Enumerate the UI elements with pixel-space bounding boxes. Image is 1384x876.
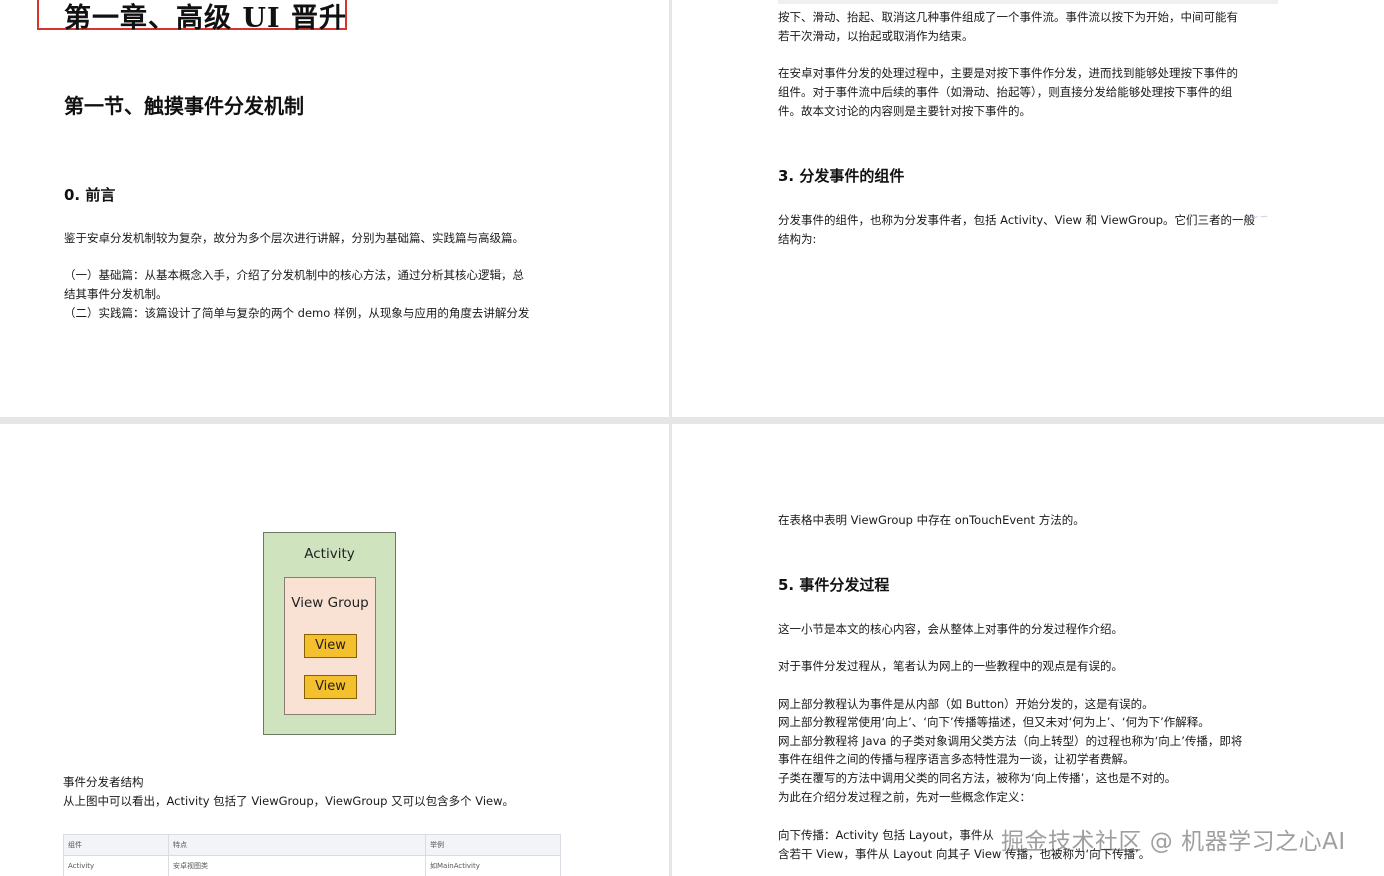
section-title: 第一节、触摸事件分发机制: [64, 94, 304, 118]
diagram-activity-label: Activity: [304, 546, 355, 562]
document-page-2: 按下、滑动、抬起、取消这几种事件组成了一个事件流。事件流以按下为开始，中间可能有…: [672, 0, 1384, 417]
heading-preface: 0. 前言: [64, 186, 116, 204]
paragraph-line-7: 向下传播：Activity 包括 Layout，事件从: [778, 828, 994, 842]
document-page-1: 第一章、高级 UI 晋升 第一节、触摸事件分发机制 0. 前言 鉴于安卓分发机制…: [0, 0, 669, 417]
paragraph-structure: 从上图中可以看出，Activity 包括了 ViewGroup，ViewGrou…: [63, 794, 515, 808]
diagram-viewgroup-label: View Group: [291, 595, 369, 611]
paragraph-line-6: 为此在介绍分发过程之前，先对一些概念作定义：: [778, 790, 1031, 804]
paragraph-components-line-2: 结构为:: [778, 232, 817, 246]
diagram-view-box-2: View: [304, 675, 357, 699]
table-cell: Activity: [63, 855, 169, 876]
document-page-3: Activity View Group View View 事件分发者结构 从上…: [0, 424, 669, 876]
scan-stamp-mark: ~∽: [487, 267, 506, 280]
paragraph-components-line-1: 分发事件的组件，也称为分发事件者，包括 Activity、View 和 View…: [778, 213, 1256, 227]
paragraph-opinion: 对于事件分发过程从，笔者认为网上的一些教程中的观点是有误的。: [778, 659, 1123, 673]
diagram-caption: 事件分发者结构: [63, 775, 144, 789]
table-row: Activity 安卓视图类 如MainActivity: [63, 855, 561, 876]
heading-dispatch-process: 5. 事件分发过程: [778, 576, 890, 594]
paragraph-flow-line-1: 按下、滑动、抬起、取消这几种事件组成了一个事件流。事件流以按下为开始，中间可能有: [778, 10, 1238, 24]
scan-stamp-mark: ~∽: [1250, 210, 1269, 223]
paragraph-practice: （二）实践篇：该篇设计了简单与复杂的两个 demo 样例，从现象与应用的角度去讲…: [64, 306, 530, 320]
table-header-cell: 举例: [425, 834, 561, 856]
table-cell: 安卓视图类: [168, 855, 426, 876]
paragraph-core: 这一小节是本文的核心内容，会从整体上对事件的分发过程作介绍。: [778, 622, 1123, 636]
table-cell: 如MainActivity: [425, 855, 561, 876]
paragraph-process-line-3: 件。故本文讨论的内容则是主要针对按下事件的。: [778, 104, 1031, 118]
paragraph-line-5: 子类在覆写的方法中调用父类的同名方法，被称为‘向上传播’，这也是不对的。: [778, 771, 1177, 785]
paragraph-line-3: 网上部分教程将 Java 的子类对象调用父类方法（向上转型）的过程也称为‘向上’…: [778, 734, 1243, 748]
chapter-title: 第一章、高级 UI 晋升: [64, 3, 347, 34]
paragraph-line-4: 事件在组件之间的传播与程序语言多态特性混为一谈，让初学者费解。: [778, 752, 1135, 766]
paragraph-process-line-2: 组件。对于事件流中后续的事件（如滑动、抬起等），则直接分发给能够处理按下事件的组: [778, 85, 1233, 99]
table-header-row: 组件 特点 举例: [63, 834, 561, 856]
heading-dispatch-components: 3. 分发事件的组件: [778, 167, 905, 185]
paragraph-basic-line-1: （一）基础篇：从基本概念入手，介绍了分发机制中的核心方法，通过分析其核心逻辑，总: [64, 268, 524, 282]
paragraph-line-2: 网上部分教程常使用‘向上’、‘向下’传播等描述，但又未对‘何为上’、‘何为下’作…: [778, 715, 1210, 729]
paragraph-basic-line-2: 结其事件分发机制。: [64, 287, 168, 301]
table-header-cell: 组件: [63, 834, 169, 856]
watermark-text: 掘金技术社区 @ 机器学习之心AI: [1001, 829, 1346, 855]
diagram-view-box-1: View: [304, 634, 357, 658]
components-table: 组件 特点 举例 Activity 安卓视图类 如MainActivity: [63, 834, 561, 876]
table-header-cell: 特点: [168, 834, 426, 856]
paragraph-flow-line-2: 若干次滑动，以抬起或取消作为结束。: [778, 29, 974, 43]
paragraph-process-line-1: 在安卓对事件分发的处理过程中，主要是对按下事件作分发，进而找到能够处理按下事件的: [778, 66, 1238, 80]
document-page-4: 在表格中表明 ViewGroup 中存在 onTouchEvent 方法的。 5…: [672, 424, 1384, 876]
paragraph-line-1: 网上部分教程认为事件是从内部（如 Button）开始分发的，这是有误的。: [778, 697, 1154, 711]
paragraph-table-note: 在表格中表明 ViewGroup 中存在 onTouchEvent 方法的。: [778, 513, 1085, 527]
paragraph-intro: 鉴于安卓分发机制较为复杂，故分为多个层次进行讲解，分别为基础篇、实践篇与高级篇。: [64, 231, 524, 245]
page-top-rule: [778, 0, 1278, 4]
